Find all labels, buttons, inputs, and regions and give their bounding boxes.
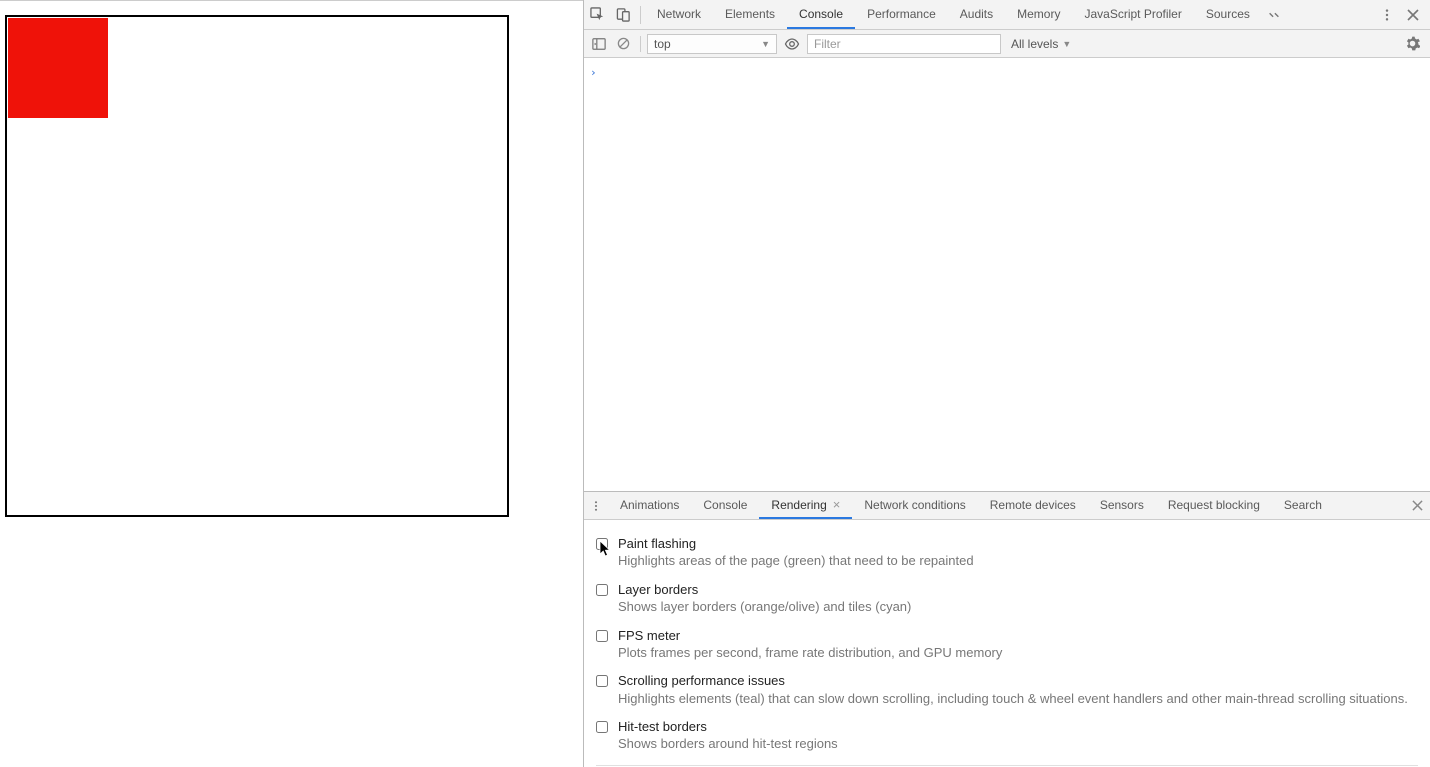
close-tab-icon[interactable]: × xyxy=(833,498,841,511)
drawer-tab-request-blocking[interactable]: Request blocking xyxy=(1156,492,1272,519)
tab-network[interactable]: Network xyxy=(645,0,713,29)
fps-meter-desc: Plots frames per second, frame rate dist… xyxy=(618,644,1418,662)
drawer-tab-sensors[interactable]: Sensors xyxy=(1088,492,1156,519)
page-viewport xyxy=(0,0,583,767)
layer-borders-desc: Shows layer borders (orange/olive) and t… xyxy=(618,598,1418,616)
console-settings-gear-icon[interactable] xyxy=(1398,36,1426,51)
execution-context-select[interactable]: top ▼ xyxy=(647,34,777,54)
paint-flashing-checkbox[interactable] xyxy=(596,538,608,550)
drawer-tab-rendering[interactable]: Rendering × xyxy=(759,492,852,519)
drawer-tab-remote-devices[interactable]: Remote devices xyxy=(978,492,1088,519)
console-filter-input[interactable] xyxy=(807,34,1001,54)
rendering-panel: Paint flashing Highlights areas of the p… xyxy=(584,520,1430,767)
more-tabs-chevron-icon[interactable] xyxy=(1262,0,1286,29)
drawer-tab-search[interactable]: Search xyxy=(1272,492,1334,519)
layer-borders-checkbox[interactable] xyxy=(596,584,608,596)
rendering-option-scrolling-perf: Scrolling performance issues Highlights … xyxy=(584,669,1430,715)
scrolling-perf-label: Scrolling performance issues xyxy=(618,673,1418,689)
toolbar-separator xyxy=(640,36,641,52)
console-sidebar-toggle-icon[interactable] xyxy=(588,29,610,59)
page-content-box xyxy=(5,15,509,517)
clear-console-icon[interactable] xyxy=(612,29,634,59)
rendering-separator xyxy=(596,765,1418,766)
log-levels-select[interactable]: All levels ▼ xyxy=(1003,37,1079,51)
scrolling-perf-checkbox[interactable] xyxy=(596,675,608,687)
paint-flashing-label: Paint flashing xyxy=(618,536,1418,552)
devtools-top-right xyxy=(1374,0,1430,30)
tab-audits[interactable]: Audits xyxy=(948,0,1005,29)
drawer-close-icon[interactable] xyxy=(1404,500,1430,511)
inspect-element-icon[interactable] xyxy=(584,0,610,30)
rendering-option-layer-borders: Layer borders Shows layer borders (orang… xyxy=(584,578,1430,624)
console-filter[interactable] xyxy=(807,34,1001,54)
tab-js-profiler[interactable]: JavaScript Profiler xyxy=(1072,0,1193,29)
tab-sources[interactable]: Sources xyxy=(1194,0,1262,29)
execution-context-value: top xyxy=(654,37,671,51)
hit-test-desc: Shows borders around hit-test regions xyxy=(618,735,1418,753)
rendering-option-paint-flashing: Paint flashing Highlights areas of the p… xyxy=(584,532,1430,578)
console-toolbar: top ▼ All levels ▼ xyxy=(584,30,1430,58)
devtools-main-tabs: Network Elements Console Performance Aud… xyxy=(645,0,1374,29)
red-square xyxy=(8,18,108,118)
fps-meter-checkbox[interactable] xyxy=(596,630,608,642)
drawer-tab-animations[interactable]: Animations xyxy=(608,492,691,519)
console-output[interactable]: › xyxy=(584,58,1430,491)
hit-test-label: Hit-test borders xyxy=(618,719,1418,735)
devtools-menu-kebab-icon[interactable] xyxy=(1374,0,1400,30)
devtools-panel: Network Elements Console Performance Aud… xyxy=(583,0,1430,767)
topbar-separator xyxy=(640,6,641,24)
drawer-tab-rendering-label: Rendering xyxy=(771,498,826,512)
drawer-tab-console[interactable]: Console xyxy=(691,492,759,519)
log-levels-label: All levels xyxy=(1011,37,1058,51)
drawer-tabs: Animations Console Rendering × Network c… xyxy=(584,492,1430,520)
drawer-tab-network-conditions[interactable]: Network conditions xyxy=(852,492,977,519)
drawer-menu-kebab-icon[interactable] xyxy=(584,500,608,512)
scrolling-perf-desc: Highlights elements (teal) that can slow… xyxy=(618,690,1418,708)
layer-borders-label: Layer borders xyxy=(618,582,1418,598)
rendering-option-hit-test: Hit-test borders Shows borders around hi… xyxy=(584,715,1430,761)
dropdown-triangle-icon: ▼ xyxy=(761,39,770,49)
tab-memory[interactable]: Memory xyxy=(1005,0,1072,29)
tab-elements[interactable]: Elements xyxy=(713,0,787,29)
paint-flashing-desc: Highlights areas of the page (green) tha… xyxy=(618,552,1418,570)
hit-test-checkbox[interactable] xyxy=(596,721,608,733)
devtools-topbar: Network Elements Console Performance Aud… xyxy=(584,0,1430,30)
tab-console[interactable]: Console xyxy=(787,0,855,29)
devtools-close-icon[interactable] xyxy=(1400,0,1426,30)
toggle-device-toolbar-icon[interactable] xyxy=(610,0,636,30)
devtools-drawer: Animations Console Rendering × Network c… xyxy=(584,491,1430,767)
console-prompt-icon: › xyxy=(590,66,597,79)
tab-performance[interactable]: Performance xyxy=(855,0,948,29)
live-expression-eye-icon[interactable] xyxy=(779,36,805,52)
fps-meter-label: FPS meter xyxy=(618,628,1418,644)
rendering-option-fps-meter: FPS meter Plots frames per second, frame… xyxy=(584,624,1430,670)
dropdown-triangle-icon: ▼ xyxy=(1062,39,1071,49)
